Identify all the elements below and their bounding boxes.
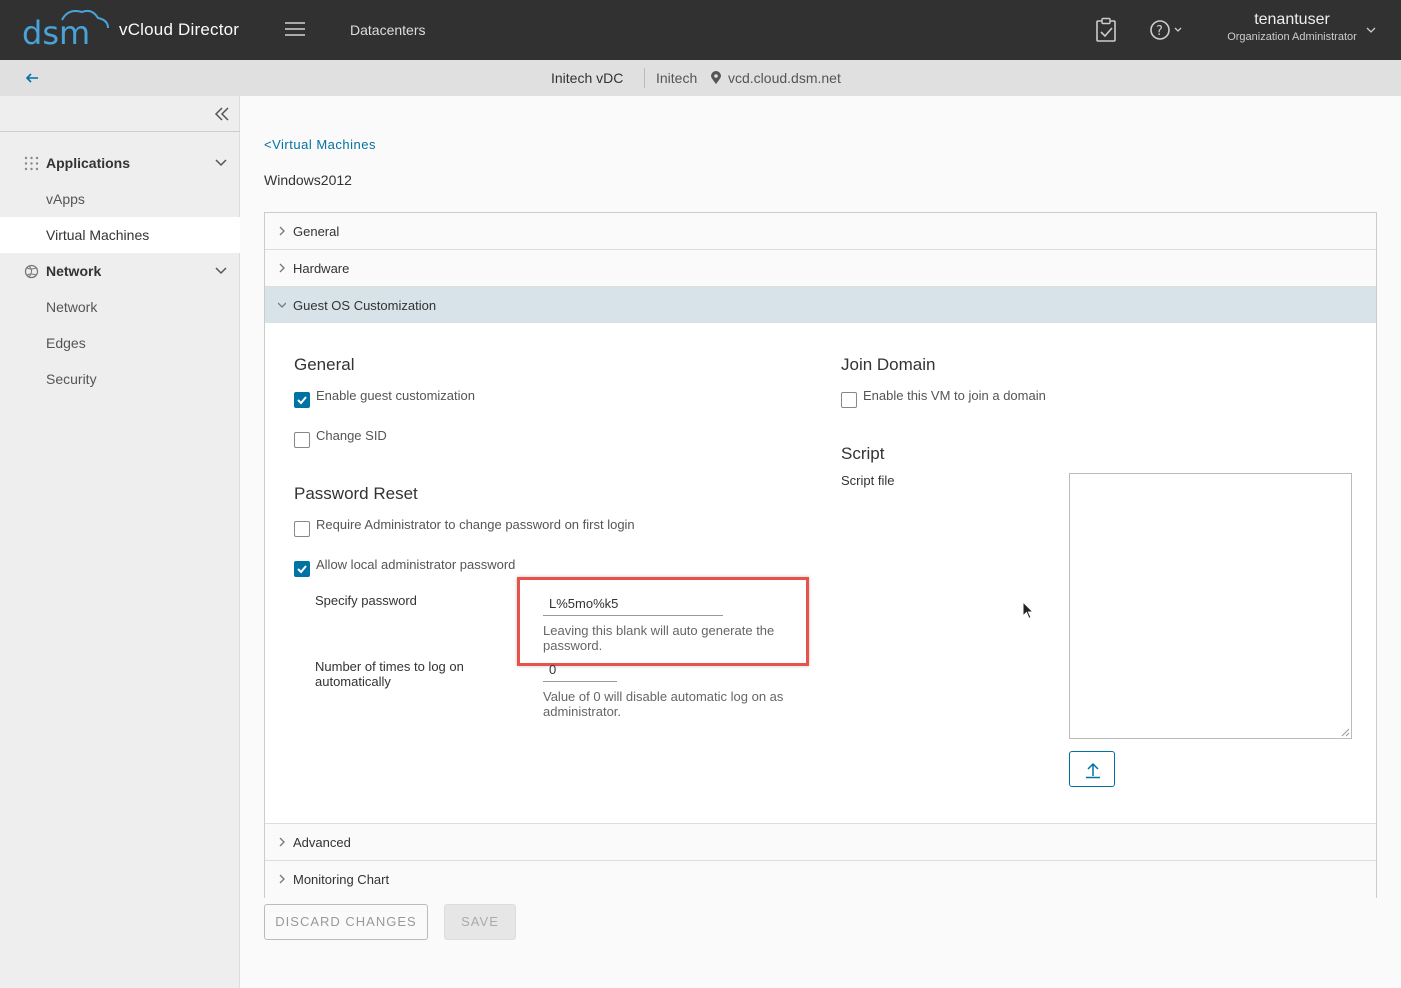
user-menu[interactable]: tenantuser Organization Administrator: [1212, 11, 1372, 51]
double-chevron-left-icon[interactable]: [214, 107, 230, 121]
section-label: Monitoring Chart: [293, 872, 390, 887]
sidebar-item-vapps[interactable]: vApps: [0, 181, 240, 217]
script-file-label: Script file: [841, 473, 895, 488]
checkmark-icon: [297, 565, 307, 574]
require-admin-change-checkbox[interactable]: [294, 521, 310, 537]
sidebar-item-label: Security: [46, 371, 97, 387]
chevron-right-icon: [279, 226, 285, 236]
sidebar-item-label: Edges: [46, 335, 86, 351]
section-label: Advanced: [293, 835, 351, 850]
change-sid-checkbox[interactable]: [294, 432, 310, 448]
section-label: Guest OS Customization: [293, 298, 437, 313]
save-button[interactable]: SAVE: [444, 904, 516, 940]
upload-icon: [1086, 762, 1100, 779]
svg-text:?: ?: [1156, 24, 1163, 39]
autologon-help-text: Value of 0 will disable automatic log on…: [543, 689, 784, 719]
discard-changes-button[interactable]: DISCARD CHANGES: [264, 904, 428, 940]
breadcrumb[interactable]: <Virtual Machines: [264, 137, 376, 152]
section-monitoring-chart[interactable]: Monitoring Chart: [265, 861, 1376, 898]
section-label: General: [293, 224, 340, 239]
upload-script-button[interactable]: [1069, 751, 1115, 787]
context-bar: Initech vDC Initech vcd.cloud.dsm.net: [0, 60, 1401, 96]
section-hardware[interactable]: Hardware: [265, 250, 1376, 287]
dsm-logo[interactable]: dsm: [22, 6, 112, 54]
general-heading: General: [294, 355, 355, 374]
sidebar-group-applications[interactable]: Applications: [0, 145, 240, 181]
highlight-box: [517, 577, 809, 666]
chevron-down-icon: [215, 159, 227, 167]
enable-customization-label: Enable guest customization: [316, 388, 475, 403]
section-general[interactable]: General: [265, 213, 1376, 250]
chevron-right-icon: [279, 837, 285, 847]
sidebar-item-virtual-machines[interactable]: Virtual Machines: [0, 217, 240, 253]
autologon-count-input[interactable]: 0: [543, 662, 617, 682]
allow-local-admin-checkbox[interactable]: [294, 561, 310, 577]
sidebar-group-network[interactable]: Network: [0, 253, 240, 289]
change-sid-label: Change SID: [316, 428, 387, 443]
sidebar-item-security[interactable]: Security: [0, 361, 240, 397]
section-advanced[interactable]: Advanced: [265, 824, 1376, 861]
help-circle-icon[interactable]: ?: [1148, 18, 1188, 42]
section-guest-os-customization[interactable]: Guest OS Customization: [265, 287, 1376, 324]
script-heading: Script: [841, 444, 885, 463]
mouse-cursor-icon: [1022, 601, 1034, 620]
chevron-down-icon[interactable]: [1366, 25, 1376, 35]
autologon-label: Number of times to log on automatically: [315, 659, 464, 689]
vdc-name: Initech vDC: [551, 70, 624, 86]
user-role: Organization Administrator: [1227, 31, 1357, 43]
sidebar-group-label: Applications: [46, 155, 131, 171]
sidebar-item-edges[interactable]: Edges: [0, 325, 240, 361]
svg-text:dsm: dsm: [22, 14, 90, 52]
specify-password-label: Specify password: [315, 593, 417, 608]
top-header: dsm vCloud Director Datacenters ? tenant…: [0, 0, 1401, 60]
location-pin-icon: [711, 71, 721, 84]
sidebar-collapse-bar: [0, 96, 240, 132]
join-domain-label: Enable this VM to join a domain: [863, 388, 1046, 403]
sidebar: Applications vApps Virtual Machines Netw…: [0, 96, 240, 988]
app-title: vCloud Director: [119, 20, 240, 39]
sidebar-item-network[interactable]: Network: [0, 289, 240, 325]
grid-icon: [24, 156, 39, 171]
chevron-down-icon: [278, 302, 286, 308]
chevron-down-icon: [215, 267, 227, 275]
nav-datacenters[interactable]: Datacenters: [350, 22, 425, 38]
clipboard-check-icon[interactable]: [1094, 17, 1118, 43]
sidebar-item-label: vApps: [46, 191, 85, 207]
network-globe-icon: [24, 264, 39, 279]
org-name: Initech: [656, 70, 698, 86]
sidebar-group-label: Network: [46, 263, 102, 279]
join-domain-heading: Join Domain: [841, 355, 936, 374]
sidebar-item-label: Network: [46, 299, 98, 315]
join-domain-checkbox[interactable]: [841, 392, 857, 408]
allow-local-admin-label: Allow local administrator password: [316, 557, 516, 572]
checkmark-icon: [297, 396, 307, 405]
page-title: Windows2012: [264, 172, 352, 188]
hamburger-icon[interactable]: [284, 19, 306, 41]
chevron-right-icon: [279, 874, 285, 884]
require-admin-change-label: Require Administrator to change password…: [316, 517, 635, 532]
resize-grip-icon[interactable]: [1341, 728, 1350, 737]
enable-customization-checkbox[interactable]: [294, 392, 310, 408]
host-name: vcd.cloud.dsm.net: [728, 70, 841, 86]
password-reset-heading: Password Reset: [294, 484, 418, 503]
script-textarea[interactable]: [1069, 473, 1352, 739]
arrow-left-icon[interactable]: [24, 70, 40, 86]
section-label: Hardware: [293, 261, 350, 276]
divider: [644, 68, 645, 88]
user-name: tenantuser: [1254, 11, 1330, 28]
sidebar-item-label: Virtual Machines: [46, 227, 150, 243]
chevron-right-icon: [279, 263, 285, 273]
